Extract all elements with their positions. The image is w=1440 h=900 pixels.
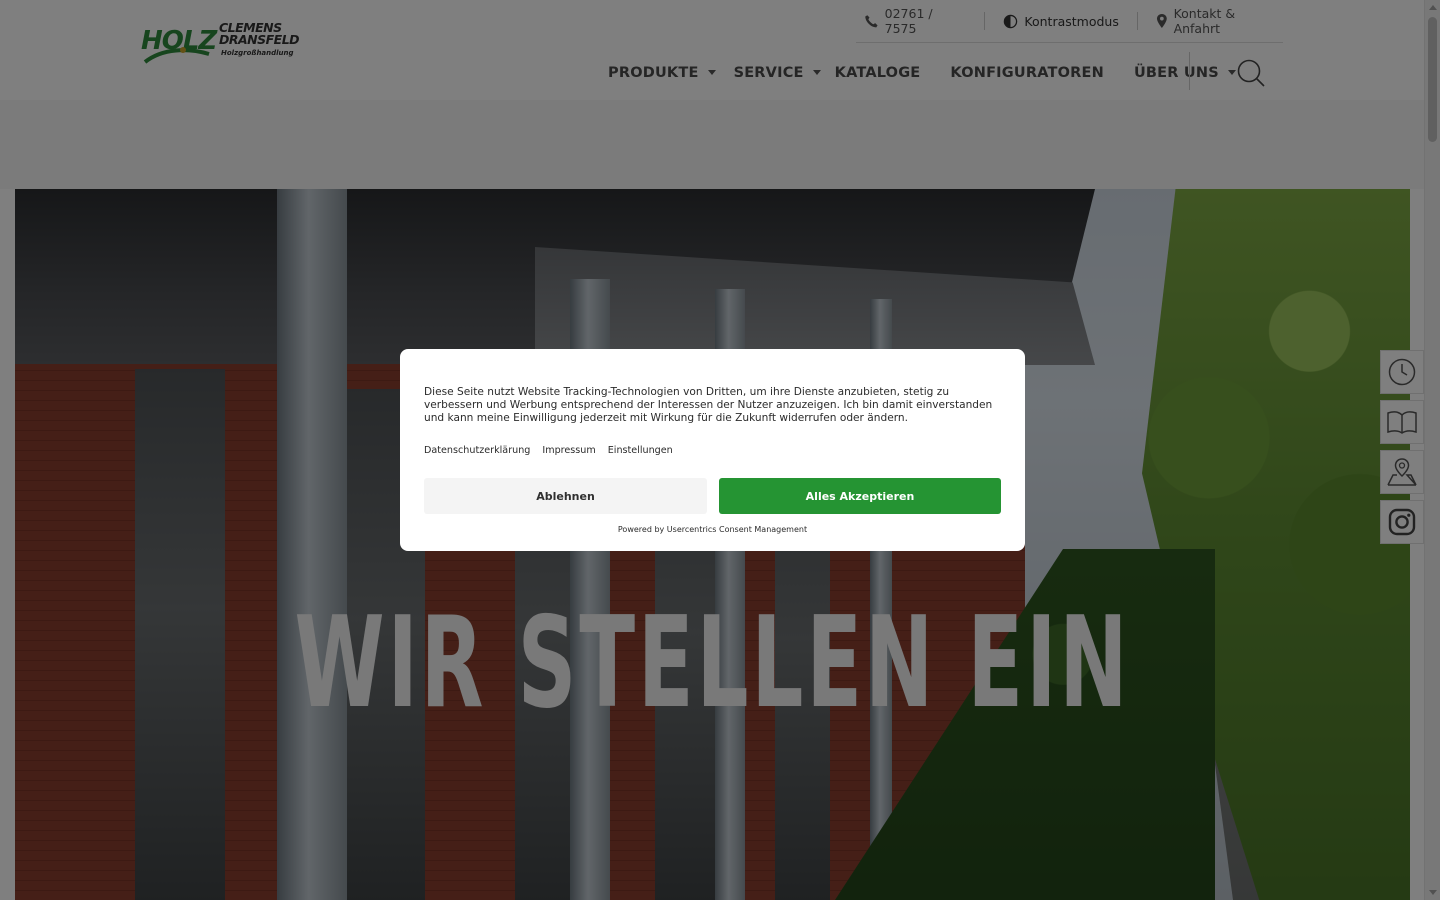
settings-link[interactable]: Einstellungen bbox=[608, 445, 673, 456]
powered-by-note: Powered by Usercentrics Consent Manageme… bbox=[617, 525, 808, 534]
decline-button[interactable]: Ablehnen bbox=[424, 478, 707, 514]
privacy-policy-link[interactable]: Datenschutzerklärung bbox=[424, 445, 530, 456]
consent-message: Diese Seite nutzt Website Tracking-Techn… bbox=[424, 386, 993, 424]
accept-all-button[interactable]: Alles Akzeptieren bbox=[719, 478, 1001, 514]
consent-links: Datenschutzerklärung Impressum Einstellu… bbox=[424, 445, 1001, 456]
consent-buttons: Ablehnen Alles Akzeptieren bbox=[424, 478, 1001, 514]
cookie-consent-dialog: Diese Seite nutzt Website Tracking-Techn… bbox=[400, 349, 1025, 551]
imprint-link[interactable]: Impressum bbox=[542, 445, 595, 456]
